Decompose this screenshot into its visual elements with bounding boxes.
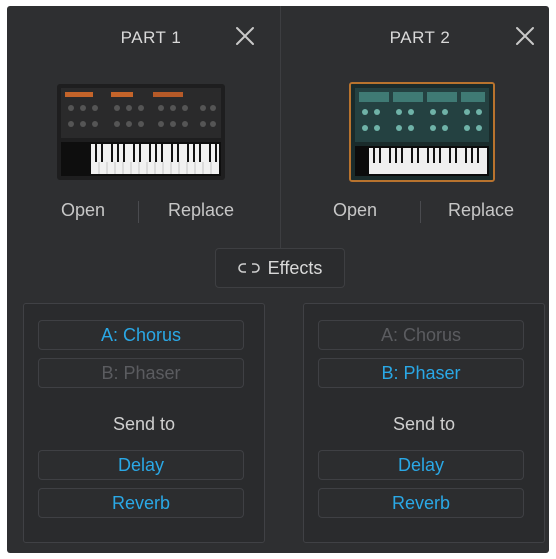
part-2-open-button[interactable]: Open <box>323 200 387 221</box>
part-divider <box>280 6 281 268</box>
part-1-send-delay[interactable]: Delay <box>38 450 244 480</box>
part-1-open-button[interactable]: Open <box>51 200 115 221</box>
part-1-effects-panel: A: Chorus B: Phaser Send to Delay Reverb <box>23 303 265 543</box>
part-2-send-reverb[interactable]: Reverb <box>318 488 524 518</box>
part-1-send-to-label: Send to <box>112 414 176 434</box>
part-1-close-button[interactable] <box>233 24 257 48</box>
part-2-send-delay[interactable]: Delay <box>318 450 524 480</box>
close-icon <box>516 27 534 45</box>
part-2-effect-b-phaser[interactable]: B: Phaser <box>318 358 524 388</box>
link-icon <box>237 263 260 273</box>
part-1-title: PART 1 <box>120 28 182 47</box>
part-1-send-reverb[interactable]: Reverb <box>38 488 244 518</box>
part-1-effect-a-chorus[interactable]: A: Chorus <box>38 320 244 350</box>
part-2-close-button[interactable] <box>513 24 537 48</box>
part-1-instrument-thumbnail[interactable] <box>57 84 225 180</box>
part-2-effect-a-chorus[interactable]: A: Chorus <box>318 320 524 350</box>
effects-toggle-button[interactable]: Effects <box>215 248 345 288</box>
close-icon <box>236 27 254 45</box>
part-2-send-to-label: Send to <box>392 414 456 434</box>
part-2-title: PART 2 <box>389 28 451 47</box>
synth-parts-panel: PART 1 PART 2 Open Replace Open Replace … <box>7 6 549 553</box>
part-2-instrument-thumbnail[interactable] <box>349 82 495 182</box>
part-2-replace-button[interactable]: Replace <box>439 200 523 221</box>
part-1-replace-button[interactable]: Replace <box>159 200 243 221</box>
part-1-action-separator <box>138 201 139 223</box>
part-2-effects-panel: A: Chorus B: Phaser Send to Delay Reverb <box>303 303 545 543</box>
effects-label: Effects <box>267 257 323 278</box>
part-2-action-separator <box>420 201 421 223</box>
part-1-effect-b-phaser[interactable]: B: Phaser <box>38 358 244 388</box>
